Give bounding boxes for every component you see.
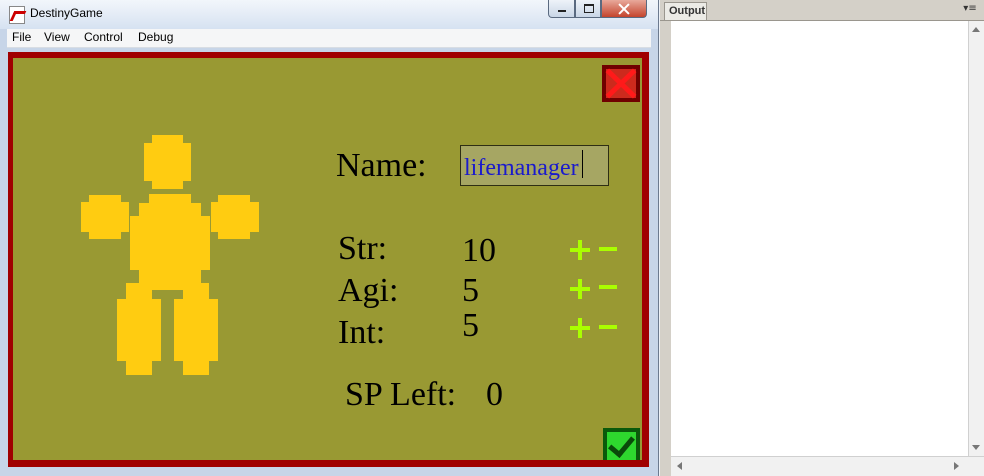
stat-value-str: 10 [462, 232, 496, 269]
stat-label-str: Str: [338, 230, 388, 267]
output-tab-bar: Output ▾≡ [660, 0, 984, 21]
agi-minus-button[interactable] [599, 285, 617, 289]
agi-plus-button[interactable] [570, 279, 590, 299]
sprite-left-leg-ext [126, 283, 152, 375]
minimize-button[interactable] [548, 0, 575, 18]
sp-left-label: SP Left: [345, 376, 457, 413]
title-bar[interactable]: DestinyGame [0, 0, 658, 29]
menu-bar: File View Control Debug [7, 29, 651, 48]
name-label: Name: [336, 147, 427, 184]
scroll-down-icon[interactable] [972, 445, 980, 450]
maximize-button[interactable] [575, 0, 601, 18]
horizontal-scrollbar[interactable] [671, 456, 984, 476]
checkmark-icon [607, 429, 636, 460]
vertical-scrollbar[interactable] [968, 21, 984, 456]
tab-output[interactable]: Output [664, 2, 707, 20]
name-input[interactable] [460, 145, 609, 186]
game-canvas-frame: Name: Str: 10 Agi: 5 Int: 5 SP Left: 0 [8, 52, 649, 467]
check-glyph [608, 429, 635, 459]
game-window: DestinyGame File View Control Debug Name… [0, 0, 659, 476]
sp-left-value: 0 [486, 376, 503, 413]
menu-file[interactable]: File [12, 30, 31, 44]
character-creation-panel: Name: Str: 10 Agi: 5 Int: 5 SP Left: 0 [13, 58, 642, 460]
stat-label-agi: Agi: [338, 272, 399, 309]
str-plus-button[interactable] [570, 240, 590, 260]
window-close-button[interactable] [601, 0, 647, 18]
stat-label-int: Int: [338, 314, 386, 351]
scroll-up-icon[interactable] [972, 27, 980, 32]
confirm-button[interactable] [603, 428, 640, 460]
sprite-right-arm-tip [218, 195, 250, 239]
output-text-area[interactable] [671, 21, 968, 456]
stat-value-agi: 5 [462, 272, 479, 309]
sprite-left-arm-tip [89, 195, 121, 239]
close-x-icon [606, 69, 636, 98]
str-minus-button[interactable] [599, 247, 617, 251]
int-plus-button[interactable] [570, 318, 590, 338]
text-caret [582, 150, 583, 178]
panel-menu-icon[interactable]: ▾≡ [962, 3, 978, 15]
sprite-body-core [149, 194, 191, 290]
scroll-right-icon[interactable] [954, 462, 959, 470]
app-icon [9, 6, 25, 24]
int-minus-button[interactable] [599, 325, 617, 329]
sprite-head-side [144, 143, 191, 181]
stat-value-int: 5 [462, 307, 479, 344]
sprite-right-leg-ext [183, 283, 209, 375]
menu-debug[interactable]: Debug [138, 30, 173, 44]
menu-control[interactable]: Control [84, 30, 123, 44]
close-panel-button[interactable] [602, 65, 640, 102]
output-panel: Output ▾≡ [660, 0, 984, 476]
window-title: DestinyGame [30, 6, 103, 20]
menu-view[interactable]: View [44, 30, 70, 44]
scroll-left-icon[interactable] [677, 462, 682, 470]
